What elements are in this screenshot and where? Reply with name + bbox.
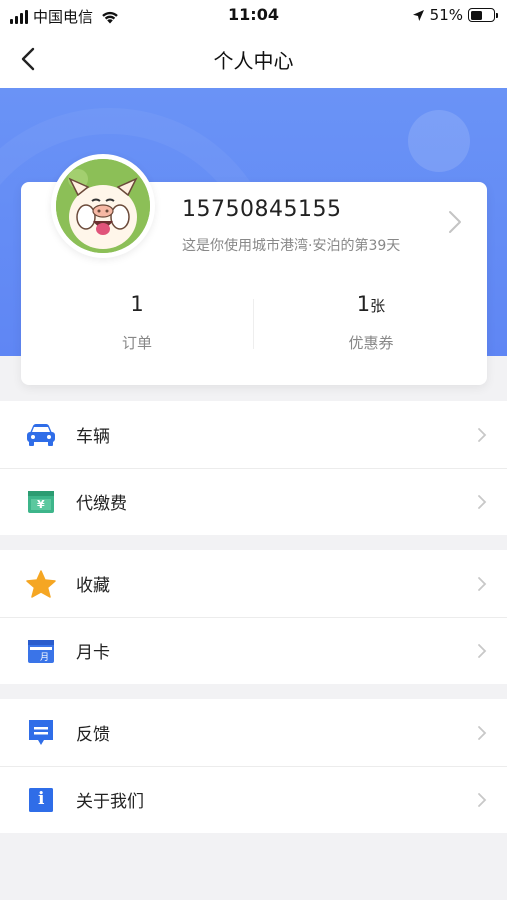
profile-card[interactable]: 15750845155 这是你使用城市港湾·安泊的第39天 1 订单 1张 优惠… [21, 154, 487, 385]
orders-stat[interactable]: 1 订单 [21, 292, 253, 353]
menu-group-support: 反馈 i 关于我们 [0, 699, 507, 833]
menu-label-about: 关于我们 [76, 792, 144, 812]
menu-item-vehicles[interactable]: 车辆 [0, 401, 507, 468]
chevron-right-icon [478, 792, 487, 807]
star-icon [26, 570, 56, 598]
avatar-image [56, 159, 150, 253]
nav-bar: 个人中心 [0, 30, 507, 88]
menu-item-favorites[interactable]: 收藏 [0, 550, 507, 617]
usage-days-text: 这是你使用城市港湾·安泊的第39天 [182, 238, 401, 254]
location-arrow-icon [412, 9, 424, 21]
menu-label-payment: 代缴费 [76, 494, 127, 514]
info-glyph: i [38, 789, 45, 809]
menu-label-monthly-card: 月卡 [76, 643, 110, 663]
chevron-right-icon [478, 576, 487, 591]
banner-bubble [408, 110, 470, 172]
battery-percent: 51% [429, 6, 463, 24]
month-glyph: 月 [40, 653, 50, 663]
menu-item-payment[interactable]: ¥ 代缴费 [0, 468, 507, 535]
chevron-right-icon [478, 427, 487, 442]
coupons-count: 1张 [356, 292, 386, 316]
menu-label-vehicles: 车辆 [76, 427, 110, 447]
pig-avatar-icon [56, 159, 150, 253]
chevron-right-icon [478, 643, 487, 658]
chevron-right-icon [478, 494, 487, 509]
phone-number: 15750845155 [182, 197, 342, 222]
payment-icon: ¥ [26, 489, 56, 515]
orders-label: 订单 [121, 334, 152, 352]
menu-label-feedback: 反馈 [76, 725, 110, 745]
avatar[interactable] [51, 154, 155, 258]
car-icon [26, 422, 56, 448]
page-title: 个人中心 [213, 49, 294, 73]
orders-count: 1 [130, 292, 144, 316]
menu-group-favorites: 收藏 月 月卡 [0, 550, 507, 684]
monthly-card-icon: 月 [26, 638, 56, 664]
status-bar: 中国电信 11:04 51% [0, 0, 507, 30]
menu-item-about[interactable]: i 关于我们 [0, 766, 507, 833]
menu-item-feedback[interactable]: 反馈 [0, 699, 507, 766]
stat-divider [253, 299, 254, 349]
menu-group-vehicle: 车辆 ¥ 代缴费 [0, 401, 507, 535]
battery-icon [468, 8, 498, 22]
coupons-label: 优惠券 [348, 334, 394, 352]
status-right: 51% [412, 6, 498, 24]
battery-level [470, 10, 482, 20]
menu-label-favorites: 收藏 [76, 576, 110, 596]
feedback-icon [26, 720, 56, 746]
chevron-right-icon [478, 725, 487, 740]
info-icon: i [26, 787, 56, 813]
yuan-sign: ¥ [37, 498, 45, 511]
menu-item-monthly-card[interactable]: 月 月卡 [0, 617, 507, 684]
coupons-stat[interactable]: 1张 优惠券 [255, 292, 487, 353]
chevron-right-icon [449, 211, 461, 233]
